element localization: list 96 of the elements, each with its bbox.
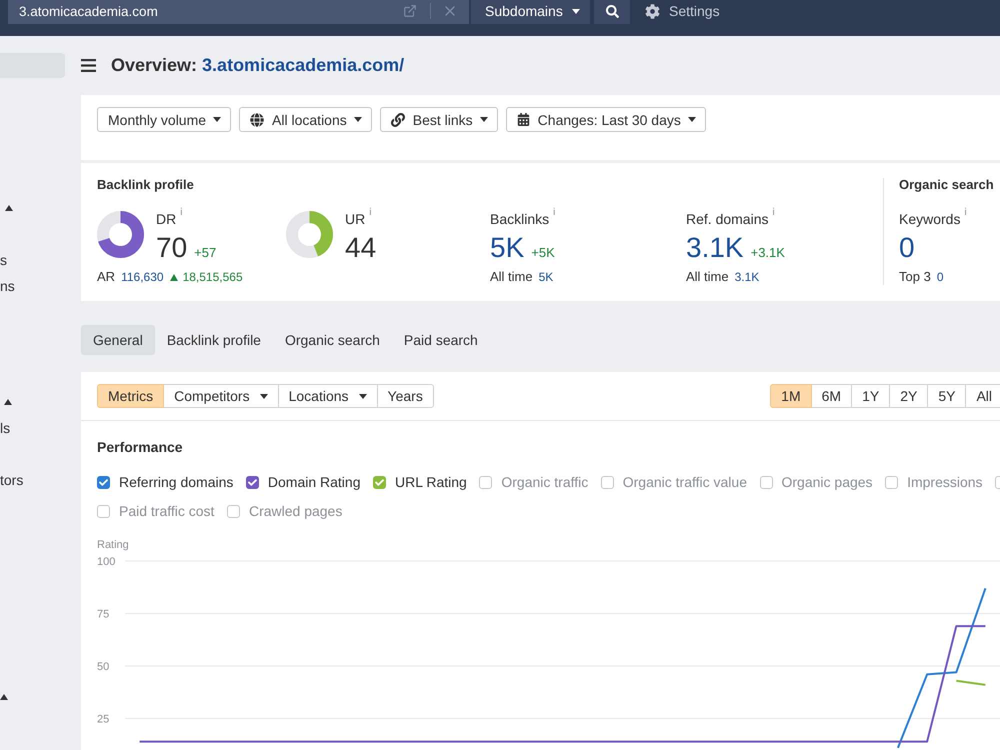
check-mark-icon [375,478,384,486]
caret-icon [354,117,362,122]
axis-title: Rating [97,539,129,551]
check-mark-icon [99,478,108,486]
metric-change: +57 [194,245,216,261]
check-mark-icon [248,478,257,486]
view-button[interactable]: Locations [278,384,378,408]
tab[interactable]: Organic search [272,325,392,355]
checkbox[interactable] [373,476,386,488]
card-title: Organic search [899,177,995,193]
calendar-icon [516,113,530,126]
sub-value-link[interactable]: 3.1K [734,269,760,285]
section-title: Performance [97,438,183,457]
info-mark: i [180,208,182,218]
info-mark: i [369,208,372,218]
page-title: Overview: [111,55,198,76]
address-bar[interactable]: 3.atomicacademia.com [8,0,469,24]
sidebar-item[interactable]: ns [0,273,15,299]
y-tick-label: 100 [97,556,116,568]
sub-label: Top 3 [899,269,931,285]
caret-up-icon[interactable] [0,694,8,700]
menu-icon[interactable] [81,59,96,72]
filter-dropdown[interactable]: Monthly volume [97,107,232,132]
caret-icon [572,8,580,14]
metric-value: 70 [156,232,188,264]
url-input[interactable]: 3.atomicacademia.com [19,2,403,20]
tab[interactable]: General [81,325,155,355]
rating-donut [97,211,144,258]
y-tick-label: 50 [97,661,110,673]
sub-label: All time [686,269,729,285]
card-title: Backlink profile [97,177,195,193]
caret-up-icon[interactable] [4,399,12,405]
metric-change: +3.1K [750,245,785,261]
checkbox[interactable] [600,476,614,488]
metric-value: 44 [345,232,376,264]
scope-dropdown[interactable]: Subdomains [471,0,590,24]
range-button[interactable]: All [965,384,1000,408]
checkbox-label[interactable]: URL Rating [395,472,467,492]
range-button[interactable]: 2Y [889,384,928,408]
filter-dropdown[interactable]: All locations [239,107,372,132]
range-button[interactable]: 5Y [927,384,966,408]
sidebar-item[interactable]: s [0,247,7,273]
view-button[interactable]: Competitors [163,384,279,408]
rating-donut [286,211,333,258]
sub-value-link[interactable]: 116,630 [121,269,164,285]
sub-value-link[interactable]: 0 [936,269,944,285]
metric-value-link[interactable]: 0 [899,232,915,264]
caret-up-icon[interactable] [5,205,13,211]
info-mark: i [772,208,775,218]
sidebar-item[interactable]: tors [0,467,24,493]
metric-change: +5K [531,245,555,261]
caret-icon [480,117,488,122]
checkbox-label[interactable]: Referring domains [119,472,234,492]
checkbox[interactable] [97,476,110,488]
search-button[interactable] [594,0,630,24]
info-mark: i [553,208,556,218]
caret-icon [688,117,696,122]
checkbox[interactable] [760,476,772,488]
sub-label: AR [97,269,116,285]
sidebar-item[interactable]: ls [0,415,10,441]
checkbox-label[interactable]: Domain Rating [268,472,360,492]
metric-label: Keywords [899,211,960,227]
external-link-icon[interactable] [403,4,417,18]
checkbox[interactable] [97,504,110,518]
checkbox[interactable] [479,476,492,488]
settings-icon [645,4,660,18]
metric-label: UR [345,211,366,227]
sub-change: 18,515,565 [182,269,243,285]
domain-link[interactable]: 3.atomicacademia.com/ [202,55,404,76]
sub-label: All time [490,269,533,285]
view-button[interactable]: Metrics [97,384,164,408]
range-button[interactable]: 1Y [851,384,890,408]
metric-value-link[interactable]: 3.1K [686,232,744,264]
view-button[interactable]: Years [376,384,434,408]
y-tick-label: 25 [97,714,110,726]
y-tick-label: 75 [97,608,110,620]
search-icon [606,4,618,18]
checkbox[interactable] [885,476,898,488]
tab[interactable]: Paid search [392,325,490,355]
sub-value-link[interactable]: 5K [538,269,554,285]
range-button[interactable]: 1M [770,384,812,408]
metric-label: Backlinks [490,211,550,227]
link-icon [390,112,405,126]
filter-dropdown[interactable]: Best links [380,107,498,132]
metric-value-link[interactable]: 5K [490,232,524,264]
metric-label: Ref. domains [686,211,768,227]
info-mark: i [964,208,967,218]
filter-dropdown[interactable]: Changes: Last 30 days [506,107,706,132]
checkbox[interactable] [246,476,259,488]
caret-icon [213,117,222,122]
range-button[interactable]: 6M [810,384,852,408]
checkbox[interactable] [226,504,240,518]
globe-icon [250,112,264,126]
metric-label: DR [156,211,176,227]
tab[interactable]: Backlink profile [154,325,273,355]
settings-button[interactable]: Settings [645,0,720,24]
